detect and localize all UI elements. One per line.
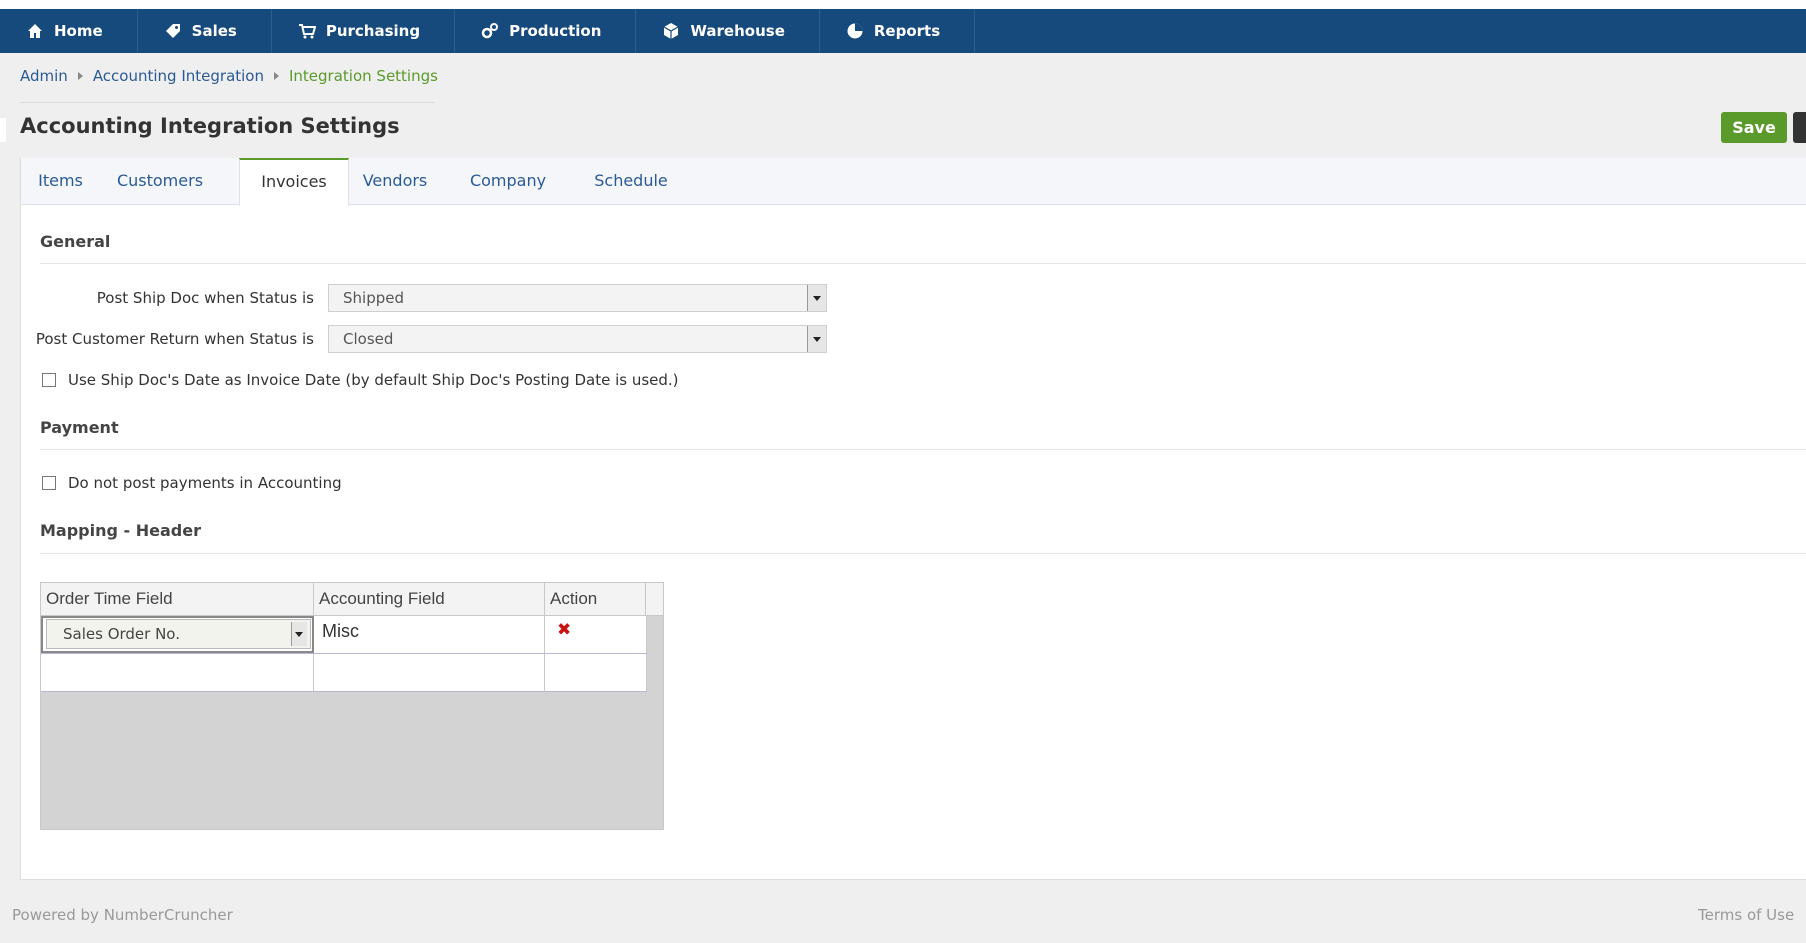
no-post-payments-label[interactable]: Do not post payments in Accounting	[68, 474, 342, 492]
nav-purchasing-label: Purchasing	[325, 22, 421, 40]
nav-purchasing[interactable]: Purchasing	[272, 9, 456, 53]
section-general-title: General	[40, 232, 111, 251]
order-time-field-value: Sales Order No.	[63, 625, 180, 643]
tab-company[interactable]: Company	[453, 158, 563, 204]
section-mapping-title: Mapping - Header	[40, 521, 201, 540]
order-time-field-cell[interactable]	[41, 654, 314, 691]
chevron-down-icon	[291, 622, 307, 646]
accounting-field-value: Misc	[322, 621, 359, 641]
no-post-payments-checkbox[interactable]	[42, 476, 56, 490]
sidebar-toggle-handle[interactable]	[0, 118, 6, 142]
nav-production-label: Production	[509, 22, 602, 40]
table-row[interactable]	[41, 654, 647, 692]
column-header-order-time-field[interactable]: Order Time Field	[41, 583, 314, 615]
section-general-divider	[40, 263, 1806, 264]
gears-icon	[481, 23, 499, 39]
section-payment-title: Payment	[40, 418, 119, 437]
breadcrumb-divider	[20, 102, 435, 103]
cart-icon	[298, 24, 316, 39]
chevron-down-icon	[807, 326, 826, 352]
nav-home-label: Home	[54, 22, 103, 40]
tab-invoices[interactable]: Invoices	[239, 158, 349, 206]
no-post-payments-option: Do not post payments in Accounting	[42, 474, 342, 492]
action-cell	[545, 654, 647, 691]
customer-return-status-value: Closed	[343, 330, 394, 348]
tab-items[interactable]: Items	[21, 158, 100, 204]
mapping-grid: Order Time Field Accounting Field Action…	[40, 582, 664, 830]
ship-date-checkbox[interactable]	[42, 373, 56, 387]
nav-warehouse[interactable]: Warehouse	[636, 9, 820, 53]
nav-sales[interactable]: Sales	[138, 9, 272, 53]
tab-bar: Items Customers Invoices Vendors Company…	[21, 158, 1806, 206]
main-navbar: Home Sales Purchasing Production Warehou…	[0, 9, 1806, 53]
order-time-field-cell[interactable]: Sales Order No.	[41, 616, 314, 653]
breadcrumb-separator-icon	[77, 72, 83, 80]
customer-return-status-select[interactable]: Closed	[328, 325, 827, 353]
delete-icon[interactable]: ✖	[557, 620, 571, 640]
action-cell: ✖	[545, 616, 647, 653]
accounting-field-cell[interactable]: Misc	[314, 616, 545, 653]
tag-icon	[165, 24, 180, 38]
breadcrumb: Admin Accounting Integration Integration…	[20, 67, 438, 85]
footer-terms-link[interactable]: Terms of Use	[1698, 906, 1794, 924]
tab-customers[interactable]: Customers	[100, 158, 220, 204]
column-header-accounting-field[interactable]: Accounting Field	[314, 583, 545, 615]
tab-schedule[interactable]: Schedule	[576, 158, 686, 204]
breadcrumb-separator-icon	[274, 72, 279, 80]
nav-warehouse-label: Warehouse	[690, 22, 785, 40]
nav-production[interactable]: Production	[455, 9, 637, 53]
more-actions-button[interactable]	[1793, 112, 1806, 143]
accounting-field-cell[interactable]	[314, 654, 545, 691]
footer-powered-by: Powered by NumberCruncher	[12, 906, 233, 924]
section-mapping-divider	[40, 553, 1806, 554]
page-title: Accounting Integration Settings	[20, 114, 400, 138]
tab-vendors[interactable]: Vendors	[346, 158, 444, 204]
ship-doc-status-value: Shipped	[343, 289, 404, 307]
ship-doc-status-select[interactable]: Shipped	[328, 284, 827, 312]
pie-chart-icon	[847, 23, 863, 39]
home-icon	[28, 24, 42, 38]
section-payment-divider	[40, 449, 1806, 450]
grid-header: Order Time Field Accounting Field Action	[41, 583, 663, 616]
table-row[interactable]: Sales Order No. Misc ✖	[41, 616, 647, 654]
settings-panel: Items Customers Invoices Vendors Company…	[20, 158, 1806, 880]
top-strip	[0, 0, 1806, 9]
breadcrumb-admin[interactable]: Admin	[20, 67, 68, 85]
order-time-field-select[interactable]: Sales Order No.	[46, 619, 311, 649]
breadcrumb-accounting-integration[interactable]: Accounting Integration	[93, 67, 264, 85]
chevron-down-icon	[807, 285, 826, 311]
ship-doc-status-label: Post Ship Doc when Status is	[96, 289, 314, 307]
nav-reports-label: Reports	[873, 22, 941, 40]
ship-date-option: Use Ship Doc's Date as Invoice Date (by …	[42, 371, 679, 389]
breadcrumb-current: Integration Settings	[289, 67, 438, 85]
ship-date-checkbox-label[interactable]: Use Ship Doc's Date as Invoice Date (by …	[68, 371, 679, 389]
nav-home[interactable]: Home	[0, 9, 138, 53]
box-icon	[664, 23, 679, 39]
save-button[interactable]: Save	[1721, 112, 1787, 143]
column-header-action[interactable]: Action	[545, 583, 646, 615]
nav-reports[interactable]: Reports	[820, 9, 976, 53]
customer-return-status-label: Post Customer Return when Status is	[35, 330, 314, 348]
nav-sales-label: Sales	[191, 22, 237, 40]
